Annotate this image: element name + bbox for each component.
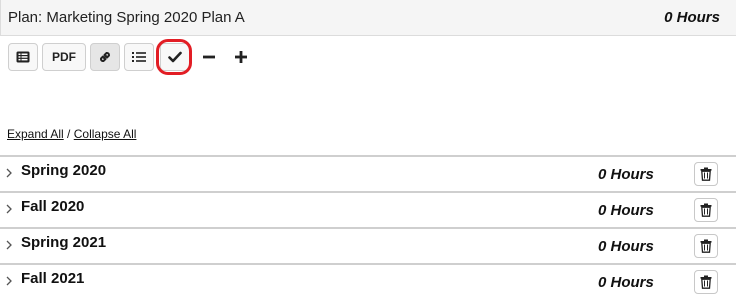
section-name: Spring 2020 (21, 162, 107, 179)
section-name: Fall 2020 (21, 198, 85, 215)
plus-icon (235, 51, 247, 63)
collapse-all-link[interactable]: Collapse All (74, 127, 137, 141)
section-name: Fall 2021 (21, 270, 85, 287)
chevron-right-icon[interactable] (4, 274, 14, 288)
plan-total-hours: 0 Hours (664, 9, 720, 26)
section-hours: 0 Hours (598, 238, 654, 255)
bullet-list-button[interactable] (124, 43, 154, 71)
chevron-right-icon[interactable] (4, 166, 14, 180)
pdf-button[interactable]: PDF (42, 43, 86, 71)
trash-icon (700, 239, 712, 253)
bullet-list-icon (132, 52, 146, 62)
expand-all-link[interactable]: Expand All (7, 127, 64, 141)
expand-collapse-links: Expand All / Collapse All (7, 127, 136, 141)
delete-button[interactable] (694, 162, 718, 186)
delete-button[interactable] (694, 198, 718, 222)
chevron-right-icon[interactable] (4, 202, 14, 216)
link-icon (99, 51, 111, 63)
list-alt-icon (16, 51, 30, 63)
check-icon (168, 51, 182, 63)
collapse-button[interactable] (196, 43, 222, 71)
delete-button[interactable] (694, 234, 718, 258)
section-row[interactable]: Fall 2020 0 Hours (0, 191, 736, 227)
section-row[interactable]: Spring 2020 0 Hours (0, 155, 736, 191)
section-hours: 0 Hours (598, 202, 654, 219)
section-hours: 0 Hours (598, 274, 654, 291)
section-row[interactable]: Spring 2021 0 Hours (0, 227, 736, 263)
trash-icon (700, 275, 712, 289)
link-button[interactable] (90, 43, 120, 71)
chevron-right-icon[interactable] (4, 238, 14, 252)
plan-header: Plan: Marketing Spring 2020 Plan A 0 Hou… (0, 0, 736, 36)
trash-icon (700, 203, 712, 217)
delete-button[interactable] (694, 270, 718, 294)
minus-icon (203, 55, 215, 59)
section-name: Spring 2021 (21, 234, 107, 251)
link-separator: / (63, 127, 74, 141)
plan-title: Plan: Marketing Spring 2020 Plan A (8, 9, 245, 26)
section-hours: 0 Hours (598, 166, 654, 183)
add-button[interactable] (228, 43, 254, 71)
list-view-button[interactable] (8, 43, 38, 71)
pdf-label: PDF (52, 50, 76, 64)
check-button[interactable] (160, 43, 190, 71)
trash-icon (700, 167, 712, 181)
